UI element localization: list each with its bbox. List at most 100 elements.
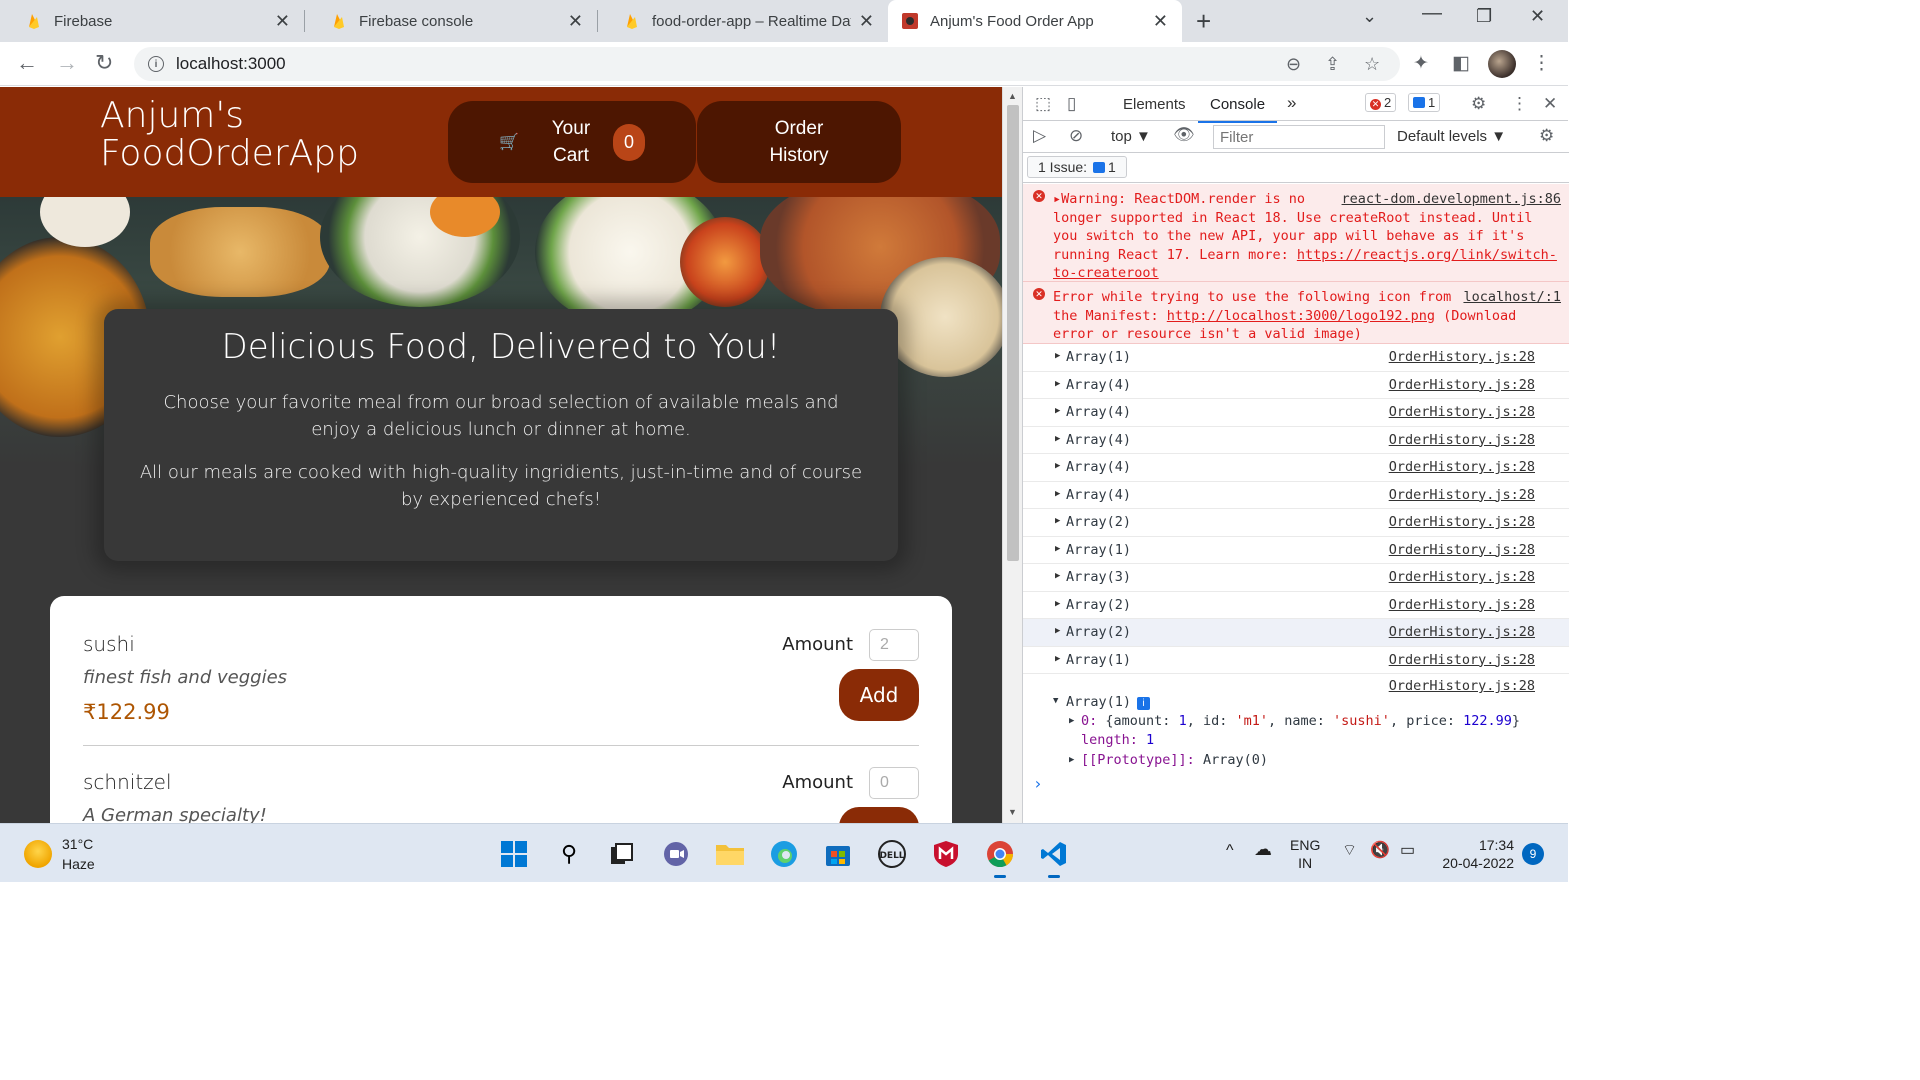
source-link[interactable]: OrderHistory.js:28	[1389, 678, 1535, 694]
tray-overflow-icon[interactable]: ^	[1226, 842, 1234, 860]
new-tab-button[interactable]: +	[1196, 6, 1211, 37]
cart-button[interactable]: 🛒 Your Cart 0	[448, 101, 696, 183]
clear-console-icon[interactable]: ⊘	[1069, 126, 1083, 146]
volume-muted-icon[interactable]: 🔇	[1370, 842, 1390, 860]
amount-input[interactable]	[869, 629, 919, 661]
console-log-row[interactable]: ▶ Array(2) OrderHistory.js:28	[1023, 619, 1569, 647]
console-log-row[interactable]: ▶ Array(1) OrderHistory.js:28	[1023, 344, 1569, 372]
console-log-row[interactable]: ▶ Array(4) OrderHistory.js:28	[1023, 427, 1569, 454]
settings-gear-icon[interactable]: ⚙	[1471, 94, 1486, 114]
expand-triangle-icon[interactable]: ▸	[1053, 191, 1061, 207]
dell-icon[interactable]: DELL	[876, 838, 908, 870]
add-button[interactable]: Add	[839, 669, 919, 721]
extensions-icon[interactable]: ✦	[1413, 52, 1429, 75]
message-count-badge[interactable]: 1	[1408, 93, 1441, 112]
tab-food-order-app[interactable]: Anjum's Food Order App ✕	[888, 0, 1182, 42]
menu-dots-icon[interactable]: ⋮	[1532, 52, 1551, 75]
console-log-row[interactable]: ▶ Array(1) OrderHistory.js:28	[1023, 647, 1569, 674]
console-log-row[interactable]: ▶ Array(4) OrderHistory.js:28	[1023, 454, 1569, 482]
scrollbar-thumb[interactable]	[1007, 105, 1019, 561]
close-icon[interactable]: ✕	[568, 11, 583, 32]
search-icon[interactable]: ⚲	[553, 838, 585, 870]
source-link[interactable]: OrderHistory.js:28	[1389, 542, 1535, 558]
scroll-down-icon[interactable]: ▼	[1008, 807, 1017, 817]
close-icon[interactable]: ✕	[859, 11, 874, 32]
sidebar-toggle-icon[interactable]: ▷	[1033, 126, 1046, 146]
log-levels-select[interactable]: Default levels ▼	[1397, 128, 1506, 145]
tab-realtime-database[interactable]: food-order-app – Realtime Datab ✕	[598, 0, 888, 42]
expand-triangle-icon[interactable]: ▶	[1055, 571, 1060, 581]
expand-triangle-icon[interactable]: ▶	[1055, 406, 1060, 416]
source-link[interactable]: OrderHistory.js:28	[1389, 377, 1535, 393]
language-indicator[interactable]: ENG IN	[1290, 836, 1320, 872]
source-link[interactable]: OrderHistory.js:28	[1389, 597, 1535, 613]
microsoft-store-icon[interactable]	[822, 838, 854, 870]
zoom-icon[interactable]: ⊖	[1286, 54, 1301, 75]
address-bar[interactable]: i localhost:3000	[134, 47, 1400, 81]
vscode-icon[interactable]	[1038, 838, 1070, 878]
console-prompt-icon[interactable]: ›	[1033, 774, 1043, 793]
bookmark-star-icon[interactable]: ☆	[1364, 54, 1380, 75]
console-log-row[interactable]: ▶ Array(1) OrderHistory.js:28	[1023, 537, 1569, 564]
source-link[interactable]: OrderHistory.js:28	[1389, 514, 1535, 530]
side-panel-icon[interactable]: ◧	[1452, 52, 1470, 75]
expand-triangle-icon[interactable]: ▶	[1055, 351, 1060, 361]
source-link[interactable]: OrderHistory.js:28	[1389, 487, 1535, 503]
console-log-row[interactable]: ▶ Array(2) OrderHistory.js:28	[1023, 509, 1569, 537]
tab-firebase-console[interactable]: Firebase console ✕	[305, 0, 597, 42]
error-link[interactable]: http://localhost:3000/logo192.png	[1167, 308, 1435, 324]
close-icon[interactable]: ✕	[275, 11, 290, 32]
tab-elements[interactable]: Elements	[1123, 96, 1186, 113]
console-log-row[interactable]: ▶ Array(4) OrderHistory.js:28	[1023, 482, 1569, 509]
wifi-icon[interactable]: ⌔	[1342, 842, 1357, 860]
battery-icon[interactable]: ▭	[1400, 842, 1415, 860]
page-scrollbar[interactable]: ▲ ▼	[1002, 87, 1022, 823]
minimize-icon[interactable]: —	[1422, 2, 1442, 25]
expand-triangle-icon[interactable]: ▶	[1055, 626, 1060, 636]
source-link[interactable]: OrderHistory.js:28	[1389, 652, 1535, 668]
windows-start-icon[interactable]	[498, 838, 530, 870]
chrome-icon[interactable]	[984, 838, 1016, 878]
share-icon[interactable]: ⇪	[1325, 54, 1340, 75]
file-explorer-icon[interactable]	[714, 838, 746, 870]
order-history-button[interactable]: Order History	[697, 101, 901, 183]
close-icon[interactable]: ✕	[1153, 11, 1168, 32]
console-log-row[interactable]: ▶ Array(3) OrderHistory.js:28	[1023, 564, 1569, 592]
reload-icon[interactable]: ↻	[95, 50, 113, 76]
edge-browser-icon[interactable]	[768, 838, 800, 870]
source-link[interactable]: OrderHistory.js:28	[1389, 459, 1535, 475]
collapse-triangle-icon[interactable]: ▼	[1053, 696, 1058, 706]
expand-triangle-icon[interactable]: ▶	[1069, 716, 1074, 726]
error-count-badge[interactable]: ✕ 2	[1365, 93, 1397, 112]
tab-search-icon[interactable]: ⌄	[1362, 6, 1377, 27]
expand-triangle-icon[interactable]: ▶	[1055, 379, 1060, 389]
expand-triangle-icon[interactable]: ▶	[1055, 654, 1060, 664]
more-tabs-icon[interactable]: »	[1287, 93, 1296, 113]
source-link[interactable]: OrderHistory.js:28	[1389, 569, 1535, 585]
expand-triangle-icon[interactable]: ▶	[1055, 434, 1060, 444]
console-log-row[interactable]: ▶ Array(2) OrderHistory.js:28	[1023, 592, 1569, 619]
console-settings-gear-icon[interactable]: ⚙	[1539, 126, 1554, 146]
devtools-menu-icon[interactable]: ⋮	[1511, 94, 1528, 114]
mcafee-icon[interactable]	[930, 838, 962, 870]
window-close-icon[interactable]: ✕	[1530, 6, 1545, 27]
expand-triangle-icon[interactable]: ▶	[1055, 544, 1060, 554]
live-expression-eye-icon[interactable]: 👁	[1173, 125, 1195, 145]
expand-triangle-icon[interactable]: ▶	[1055, 516, 1060, 526]
forward-icon[interactable]: →	[56, 50, 78, 76]
amount-input[interactable]	[869, 767, 919, 799]
device-toolbar-icon[interactable]: ▯	[1067, 94, 1076, 114]
devtools-close-icon[interactable]: ✕	[1543, 94, 1557, 114]
task-view-icon[interactable]	[606, 838, 638, 870]
source-link[interactable]: OrderHistory.js:28	[1389, 404, 1535, 420]
issues-button[interactable]: 1 Issue: 1	[1027, 156, 1127, 178]
teams-chat-icon[interactable]	[660, 838, 692, 870]
expand-triangle-icon[interactable]: ▶	[1055, 489, 1060, 499]
onedrive-cloud-icon[interactable]: ☁	[1254, 840, 1272, 858]
console-error-row[interactable]: ✕ localhost/:1 Error while trying to use…	[1023, 282, 1569, 344]
inspect-icon[interactable]: ⬚	[1035, 94, 1051, 114]
expand-triangle-icon[interactable]: ▶	[1055, 599, 1060, 609]
restore-icon[interactable]: ❐	[1476, 6, 1492, 27]
add-button[interactable]: Add	[839, 807, 919, 823]
context-selector[interactable]: top ▼	[1111, 128, 1151, 145]
